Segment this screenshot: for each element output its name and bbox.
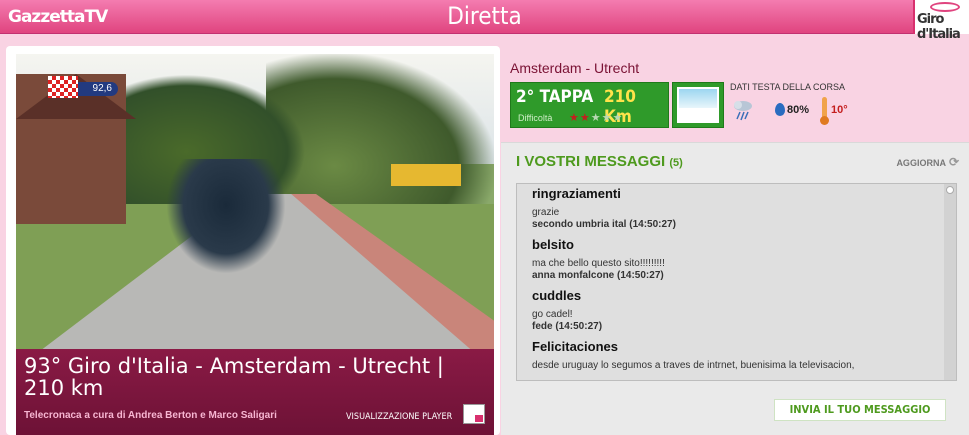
weather-title: DATI TESTA DELLA CORSA: [730, 82, 846, 92]
difficulty-star-icon: ★: [612, 112, 624, 124]
message-item: Felicitaciones desde uruguay lo segumos a…: [517, 339, 956, 371]
stage-profile-thumbnail[interactable]: [672, 82, 724, 128]
message-text: go cadel!: [532, 309, 573, 320]
stage-info: 2° TAPPA 210 Km Difficoltà ★★★★★: [510, 82, 669, 128]
video-caption: 93° Giro d'Italia - Amsterdam - Utrecht …: [16, 349, 494, 435]
route-title: Amsterdam - Utrecht: [510, 60, 640, 76]
message-scrollbar[interactable]: [944, 184, 956, 380]
difficulty-star-icon: ★: [569, 112, 580, 124]
refresh-icon: ⟳: [948, 155, 959, 169]
rain-cloud-icon: [734, 101, 752, 121]
video-player[interactable]: 92,6: [16, 54, 494, 349]
video-title: 93° Giro d'Italia - Amsterdam - Utrecht …: [24, 354, 444, 400]
giro-ditalia-logo[interactable]: Giro d'Italia: [913, 0, 969, 42]
profile-image: [677, 87, 719, 123]
difficulty-star-icon: ★: [590, 112, 602, 124]
message-author: cuddles: [532, 288, 582, 303]
refresh-button[interactable]: AGGIORNA ⟳: [896, 155, 959, 169]
messages-section: I VOSTRI MESSAGGI (5) AGGIORNA ⟳ ringrazi…: [501, 142, 969, 435]
humidity-value: 80%: [787, 104, 810, 116]
send-message-button[interactable]: INVIA IL TUO MESSAGGIO: [774, 399, 946, 421]
thermometer-icon: [819, 97, 829, 125]
difficulty-label: Difficoltà: [518, 113, 553, 123]
page-title: Diretta: [447, 2, 522, 30]
commentary-credits: Telecronaca a cura di Andrea Berton e Ma…: [24, 410, 277, 421]
message-author: ringraziamenti: [532, 186, 621, 201]
message-item: ringraziamenti grazie secondo umbria ital …: [517, 186, 956, 230]
message-item: belsito ma che bello questo sito!!!!!!!!!…: [517, 237, 956, 281]
difficulty-star-icon: ★: [601, 112, 613, 124]
message-sender-time: anna monfalcone (14:50:27): [532, 270, 664, 281]
difficulty-star-icon: ★: [579, 112, 591, 124]
cyclists-image: [166, 159, 286, 274]
giro-swirl-icon: [930, 2, 960, 12]
humidity-icon: [775, 103, 785, 116]
temperature-value: 10°: [831, 104, 848, 116]
scrollbar-thumb[interactable]: [946, 186, 954, 194]
message-text: ma che bello questo sito!!!!!!!!!: [532, 258, 665, 269]
giro-logo-text: Giro d'Italia: [917, 12, 961, 42]
messages-title: I VOSTRI MESSAGGI: [516, 153, 666, 170]
player-view-label[interactable]: VISUALIZZAZIONE PLAYER: [346, 412, 452, 422]
stage-number: 2° TAPPA: [516, 87, 594, 107]
message-item: cuddles go cadel! fede (14:50:27): [517, 288, 956, 332]
player-view-icon[interactable]: [463, 404, 485, 424]
message-list[interactable]: ringraziamenti grazie secondo umbria ital …: [516, 183, 957, 381]
race-info-panel: Amsterdam - Utrecht 2° TAPPA 210 Km Diff…: [501, 52, 969, 435]
messages-count: (5): [669, 157, 683, 169]
message-text: grazie: [532, 207, 560, 218]
refresh-label: AGGIORNA: [896, 158, 946, 168]
message-author: belsito: [532, 237, 574, 252]
message-author: Felicitaciones: [532, 339, 618, 354]
message-sender-time: secondo umbria ital (14:50:27): [532, 219, 676, 230]
checkered-flag-icon: [48, 76, 78, 98]
header-bar: GazzettaTV Diretta Giro d'Italia: [0, 0, 969, 42]
message-text: desde uruguay lo segumos a traves de int…: [532, 360, 855, 371]
video-panel: 92,6 93° Giro d'Italia - Amsterdam - Utr…: [6, 46, 500, 435]
message-sender-time: fede (14:50:27): [532, 321, 603, 332]
messages-heading: I VOSTRI MESSAGGI (5): [516, 153, 683, 170]
difficulty-stars: ★★★★★: [569, 111, 623, 124]
